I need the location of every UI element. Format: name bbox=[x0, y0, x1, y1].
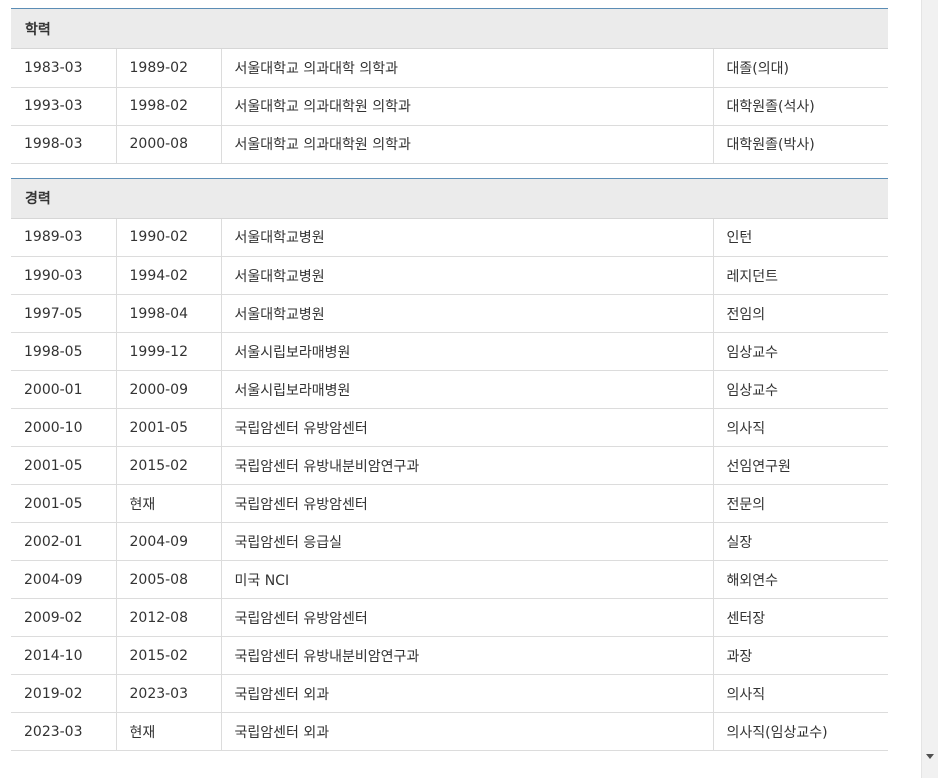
end-date-cell: 2000-08 bbox=[115, 125, 221, 164]
institution-cell: 국립암센터 응급실 bbox=[220, 522, 713, 561]
table-row: 2004-09 2005-08 미국 NCI 해외연수 bbox=[11, 560, 888, 599]
table-row: 1983-03 1989-02 서울대학교 의과대학 의학과 대졸(의대) bbox=[11, 49, 888, 88]
end-date-cell: 2015-02 bbox=[115, 446, 221, 485]
position-cell: 해외연수 bbox=[712, 560, 888, 599]
institution-cell: 서울대학교병원 bbox=[220, 256, 713, 295]
position-cell: 선임연구원 bbox=[712, 446, 888, 485]
start-date-cell: 2001-05 bbox=[11, 484, 116, 523]
table-row: 1990-03 1994-02 서울대학교병원 레지던트 bbox=[11, 256, 888, 295]
end-date-cell: 1999-12 bbox=[115, 332, 221, 371]
institution-cell: 미국 NCI bbox=[220, 560, 713, 599]
end-date-cell: 2015-02 bbox=[115, 636, 221, 675]
start-date-cell: 2009-02 bbox=[11, 598, 116, 637]
start-date-cell: 1983-03 bbox=[11, 49, 116, 88]
table-row: 1998-05 1999-12 서울시립보라매병원 임상교수 bbox=[11, 332, 888, 371]
table-row: 2001-05 2015-02 국립암센터 유방내분비암연구과 선임연구원 bbox=[11, 446, 888, 485]
position-cell: 대학원졸(석사) bbox=[712, 87, 888, 126]
end-date-cell: 2023-03 bbox=[115, 674, 221, 713]
position-cell: 레지던트 bbox=[712, 256, 888, 295]
institution-cell: 국립암센터 유방암센터 bbox=[220, 484, 713, 523]
institution-cell: 국립암센터 외과 bbox=[220, 712, 713, 751]
start-date-cell: 1998-03 bbox=[11, 125, 116, 164]
end-date-cell: 1990-02 bbox=[115, 218, 221, 257]
start-date-cell: 1990-03 bbox=[11, 256, 116, 295]
start-date-cell: 1989-03 bbox=[11, 218, 116, 257]
chevron-down-icon[interactable] bbox=[926, 754, 934, 759]
start-date-cell: 2004-09 bbox=[11, 560, 116, 599]
position-cell: 실장 bbox=[712, 522, 888, 561]
position-cell: 전문의 bbox=[712, 484, 888, 523]
table-row: 1997-05 1998-04 서울대학교병원 전임의 bbox=[11, 294, 888, 333]
end-date-cell: 1989-02 bbox=[115, 49, 221, 88]
table-row: 2002-01 2004-09 국립암센터 응급실 실장 bbox=[11, 522, 888, 561]
table-row: 2000-01 2000-09 서울시립보라매병원 임상교수 bbox=[11, 370, 888, 409]
table-row: 2009-02 2012-08 국립암센터 유방암센터 센터장 bbox=[11, 598, 888, 637]
institution-cell: 국립암센터 유방암센터 bbox=[220, 598, 713, 637]
end-date-cell: 2012-08 bbox=[115, 598, 221, 637]
profile-content: 학력 1983-03 1989-02 서울대학교 의과대학 의학과 대졸(의대) 199… bbox=[11, 8, 888, 765]
institution-cell: 서울시립보라매병원 bbox=[220, 370, 713, 409]
institution-cell: 국립암센터 유방내분비암연구과 bbox=[220, 636, 713, 675]
education-table: 1983-03 1989-02 서울대학교 의과대학 의학과 대졸(의대) 1993-0… bbox=[11, 49, 888, 164]
institution-cell: 국립암센터 유방암센터 bbox=[220, 408, 713, 447]
end-date-cell: 2005-08 bbox=[115, 560, 221, 599]
institution-cell: 서울대학교 의과대학원 의학과 bbox=[220, 87, 713, 126]
end-date-cell: 현재 bbox=[115, 484, 221, 523]
position-cell: 의사직 bbox=[712, 674, 888, 713]
start-date-cell: 1998-05 bbox=[11, 332, 116, 371]
start-date-cell: 2000-01 bbox=[11, 370, 116, 409]
start-date-cell: 2019-02 bbox=[11, 674, 116, 713]
table-row: 2014-10 2015-02 국립암센터 유방내분비암연구과 과장 bbox=[11, 636, 888, 675]
table-row: 1998-03 2000-08 서울대학교 의과대학원 의학과 대학원졸(박사) bbox=[11, 125, 888, 164]
institution-cell: 국립암센터 외과 bbox=[220, 674, 713, 713]
position-cell: 임상교수 bbox=[712, 370, 888, 409]
institution-cell: 서울대학교 의과대학 의학과 bbox=[220, 49, 713, 88]
end-date-cell: 2000-09 bbox=[115, 370, 221, 409]
career-section-title: 경력 bbox=[11, 177, 888, 219]
position-cell: 센터장 bbox=[712, 598, 888, 637]
start-date-cell: 2014-10 bbox=[11, 636, 116, 675]
position-cell: 대졸(의대) bbox=[712, 49, 888, 88]
institution-cell: 서울시립보라매병원 bbox=[220, 332, 713, 371]
vertical-scrollbar[interactable] bbox=[921, 0, 938, 778]
table-row: 1989-03 1990-02 서울대학교병원 인턴 bbox=[11, 218, 888, 257]
position-cell: 의사직(임상교수) bbox=[712, 712, 888, 751]
institution-cell: 서울대학교병원 bbox=[220, 218, 713, 257]
education-section-title: 학력 bbox=[11, 8, 888, 49]
table-row: 2001-05 현재 국립암센터 유방암센터 전문의 bbox=[11, 484, 888, 523]
start-date-cell: 2001-05 bbox=[11, 446, 116, 485]
start-date-cell: 1993-03 bbox=[11, 87, 116, 126]
start-date-cell: 2023-03 bbox=[11, 712, 116, 751]
career-section: 경력 1989-03 1990-02 서울대학교병원 인턴 1990-03 1994-02… bbox=[11, 177, 888, 751]
position-cell: 임상교수 bbox=[712, 332, 888, 371]
institution-cell: 국립암센터 유방내분비암연구과 bbox=[220, 446, 713, 485]
institution-cell: 서울대학교 의과대학원 의학과 bbox=[220, 125, 713, 164]
start-date-cell: 1997-05 bbox=[11, 294, 116, 333]
career-table: 1989-03 1990-02 서울대학교병원 인턴 1990-03 1994-02 서울대… bbox=[11, 218, 888, 751]
table-row: 2000-10 2001-05 국립암센터 유방암센터 의사직 bbox=[11, 408, 888, 447]
position-cell: 의사직 bbox=[712, 408, 888, 447]
position-cell: 대학원졸(박사) bbox=[712, 125, 888, 164]
position-cell: 과장 bbox=[712, 636, 888, 675]
position-cell: 전임의 bbox=[712, 294, 888, 333]
education-section: 학력 1983-03 1989-02 서울대학교 의과대학 의학과 대졸(의대) 199… bbox=[11, 8, 888, 164]
end-date-cell: 1994-02 bbox=[115, 256, 221, 295]
position-cell: 인턴 bbox=[712, 218, 888, 257]
start-date-cell: 2002-01 bbox=[11, 522, 116, 561]
table-row: 2023-03 현재 국립암센터 외과 의사직(임상교수) bbox=[11, 712, 888, 751]
table-row: 1993-03 1998-02 서울대학교 의과대학원 의학과 대학원졸(석사) bbox=[11, 87, 888, 126]
institution-cell: 서울대학교병원 bbox=[220, 294, 713, 333]
end-date-cell: 2001-05 bbox=[115, 408, 221, 447]
end-date-cell: 2004-09 bbox=[115, 522, 221, 561]
end-date-cell: 1998-02 bbox=[115, 87, 221, 126]
table-row: 2019-02 2023-03 국립암센터 외과 의사직 bbox=[11, 674, 888, 713]
end-date-cell: 1998-04 bbox=[115, 294, 221, 333]
end-date-cell: 현재 bbox=[115, 712, 221, 751]
start-date-cell: 2000-10 bbox=[11, 408, 116, 447]
